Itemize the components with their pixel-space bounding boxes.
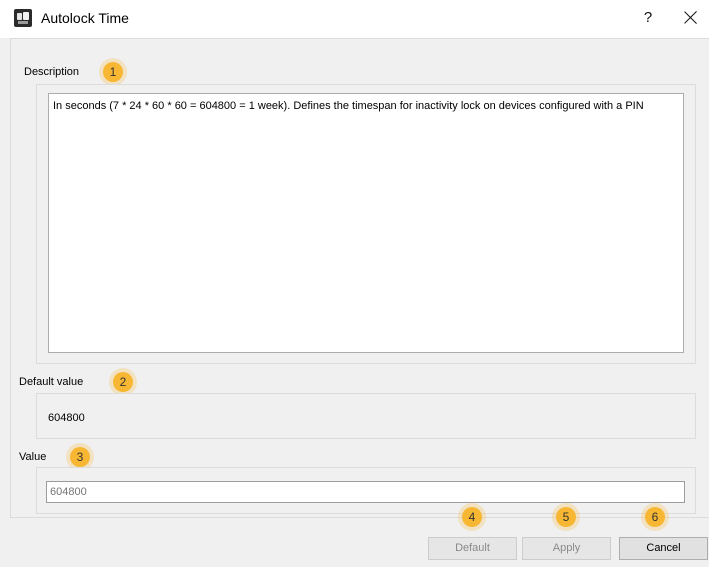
apply-button[interactable]: Apply (522, 537, 611, 560)
help-button[interactable]: ? (638, 8, 658, 28)
description-text: In seconds (7 * 24 * 60 * 60 = 604800 = … (48, 93, 684, 353)
default-button[interactable]: Default (428, 537, 517, 560)
annotation-badge-5: 5 (556, 507, 576, 527)
title-bar: Autolock Time ? (0, 0, 709, 38)
annotation-badge-1: 1 (103, 62, 123, 82)
value-label: Value (19, 451, 47, 463)
close-icon[interactable] (680, 7, 702, 29)
app-icon (14, 9, 32, 27)
cancel-button[interactable]: Cancel (619, 537, 708, 560)
default-value-label: Default value (19, 376, 84, 388)
description-label: Description (24, 66, 80, 78)
annotation-badge-2: 2 (113, 372, 133, 392)
default-value-group (36, 393, 696, 439)
annotation-badge-4: 4 (462, 507, 482, 527)
annotation-badge-6: 6 (645, 507, 665, 527)
window-title: Autolock Time (41, 10, 129, 26)
default-value-text: 604800 (48, 412, 85, 424)
value-input[interactable] (46, 481, 685, 503)
annotation-badge-3: 3 (70, 447, 90, 467)
